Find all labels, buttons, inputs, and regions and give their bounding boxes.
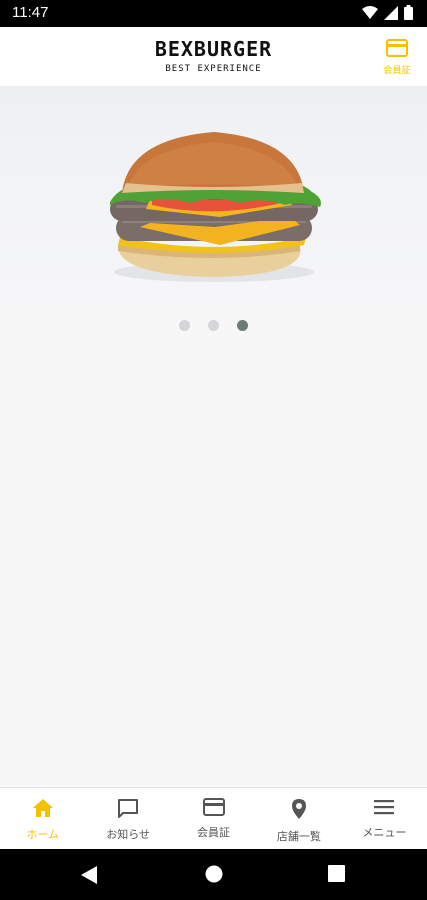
- brand: BEXBURGER BEST EXPERIENCE: [0, 37, 427, 74]
- card-icon: [202, 798, 225, 816]
- nav-label-menu: メニュー: [362, 826, 407, 839]
- member-card-label: 会員証: [383, 66, 411, 76]
- recents-icon[interactable]: [328, 865, 345, 882]
- nav-label-stores: 店舗一覧: [276, 830, 321, 843]
- burger-image: [110, 132, 321, 282]
- nav-item-news[interactable]: お知らせ: [85, 788, 170, 849]
- card-icon: [386, 39, 408, 57]
- home-icon: [32, 799, 53, 817]
- status-time: 11:47: [12, 4, 49, 21]
- home-circle-icon[interactable]: [205, 865, 223, 883]
- status-icons: [362, 5, 413, 20]
- hero-carousel[interactable]: [0, 87, 427, 305]
- nav-item-member-card[interactable]: 会員証: [171, 788, 256, 849]
- status-bar: 11:47: [0, 0, 427, 27]
- member-card-button[interactable]: 会員証: [377, 39, 417, 79]
- nav-label-home: ホーム: [26, 828, 60, 841]
- wifi-icon: [362, 5, 378, 19]
- bottom-nav: ホーム お知らせ 会員証 店舗一覧 メニュー: [0, 787, 427, 849]
- system-nav-bar: [0, 849, 427, 900]
- chat-icon: [118, 799, 139, 818]
- app-header: BEXBURGER BEST EXPERIENCE 会員証: [0, 27, 427, 87]
- signal-icon: [384, 5, 398, 20]
- location-pin-icon: [291, 799, 306, 819]
- carousel-indicators: [0, 320, 427, 331]
- battery-icon: [404, 5, 413, 20]
- nav-item-stores[interactable]: 店舗一覧: [256, 788, 341, 849]
- carousel-dot[interactable]: [179, 320, 190, 331]
- brand-title: BEXBURGER: [154, 37, 273, 61]
- nav-item-home[interactable]: ホーム: [0, 788, 85, 849]
- carousel-dot-active[interactable]: [237, 320, 248, 331]
- menu-icon: [374, 800, 395, 815]
- carousel-dot[interactable]: [208, 320, 219, 331]
- brand-subtitle: BEST EXPERIENCE: [165, 64, 262, 74]
- nav-label-member-card: 会員証: [197, 826, 231, 839]
- nav-label-news: お知らせ: [106, 828, 150, 841]
- nav-item-menu[interactable]: メニュー: [342, 788, 427, 849]
- content-area: [0, 340, 427, 787]
- back-icon[interactable]: [80, 865, 98, 885]
